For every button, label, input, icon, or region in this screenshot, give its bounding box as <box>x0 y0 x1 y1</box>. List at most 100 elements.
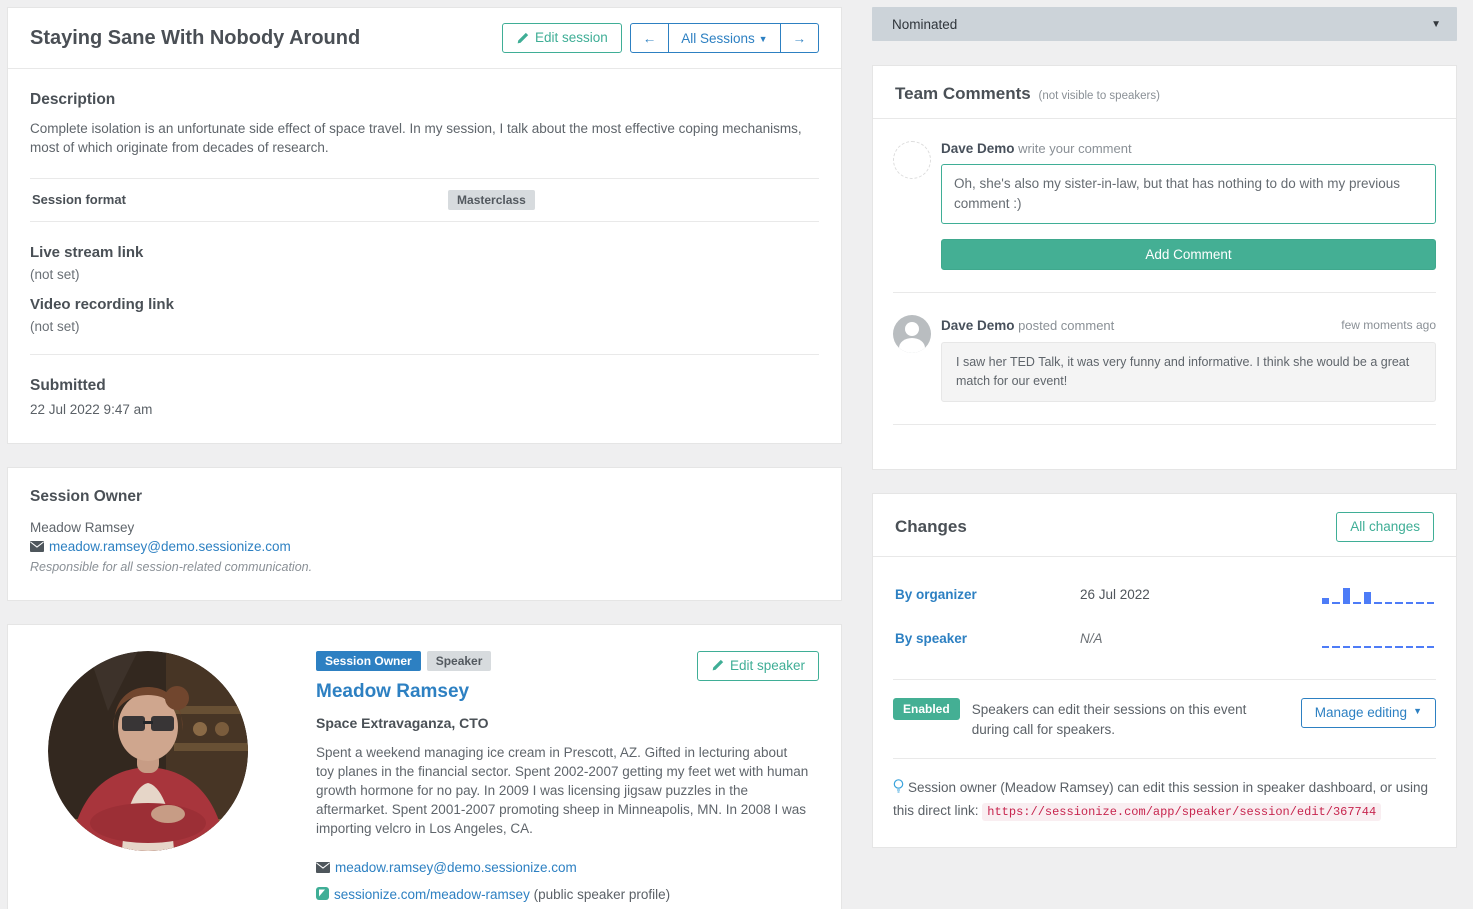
right-column: Nominated ▼ Team Comments (not visible t… <box>872 7 1457 909</box>
owner-email-link[interactable]: meadow.ramsey@demo.sessionize.com <box>49 539 291 554</box>
add-comment-button[interactable]: Add Comment <box>941 239 1436 270</box>
comment-form-label: Dave Demo write your comment <box>941 141 1436 156</box>
posted-comment-text: I saw her TED Talk, it was very funny an… <box>941 342 1436 402</box>
avatar <box>893 315 931 353</box>
divider <box>893 424 1436 425</box>
person-icon <box>893 315 931 353</box>
submitted-block: Submitted 22 Jul 2022 9:47 am <box>30 377 819 417</box>
video-recording-value: (not set) <box>30 319 819 334</box>
pencil-icon <box>516 32 529 45</box>
submitted-value: 22 Jul 2022 9:47 am <box>30 402 819 417</box>
speaker-activity-sparkline <box>1322 630 1434 648</box>
speaker-info: Session Owner Speaker Meadow Ramsey Spac… <box>316 651 819 909</box>
comment-author: Dave Demo <box>941 141 1015 156</box>
session-format-row: Session format Masterclass <box>30 178 819 222</box>
posted-comment-time: few moments ago <box>1341 318 1436 332</box>
session-nav-group: ← All Sessions ▼ → <box>630 23 819 53</box>
session-owner-card: Session Owner Meadow Ramsey meadow.ramse… <box>7 467 842 601</box>
changes-body: By organizer 26 Jul 2022 By speaker N/A … <box>873 557 1456 847</box>
editing-row: Enabled Speakers can edit their sessions… <box>893 698 1436 741</box>
all-sessions-dropdown[interactable]: All Sessions ▼ <box>669 23 780 53</box>
speaker-photo-image <box>48 651 248 851</box>
avatar <box>893 141 931 179</box>
direct-edit-link[interactable]: https://sessionize.com/app/speaker/sessi… <box>982 803 1381 821</box>
organizer-last-change-date: 26 Jul 2022 <box>1080 587 1322 602</box>
pencil-icon <box>711 659 724 672</box>
posted-comment-author: Dave Demo <box>941 318 1015 333</box>
arrow-right-icon: → <box>793 31 807 46</box>
team-comments-header: Team Comments (not visible to speakers) <box>873 66 1456 119</box>
chevron-down-icon: ▼ <box>1413 706 1422 717</box>
speaker-profile-row: sessionize.com/meadow-ramsey (public spe… <box>316 887 809 902</box>
changes-header: Changes All changes <box>873 494 1456 557</box>
manage-editing-dropdown[interactable]: Manage editing ▼ <box>1301 698 1436 728</box>
video-recording-label: Video recording link <box>30 296 819 313</box>
speaker-name[interactable]: Meadow Ramsey <box>316 681 809 703</box>
organizer-activity-sparkline <box>1322 586 1434 604</box>
session-owner-badge: Session Owner <box>316 651 421 671</box>
left-column: Staying Sane With Nobody Around Edit ses… <box>7 7 842 909</box>
divider <box>893 758 1436 759</box>
speaker-profile-link[interactable]: sessionize.com/meadow-ramsey <box>334 887 530 902</box>
owner-note: Responsible for all session-related comm… <box>30 560 819 574</box>
session-card: Staying Sane With Nobody Around Edit ses… <box>7 7 842 444</box>
live-stream-block: Live stream link (not set) <box>30 244 819 282</box>
editing-text: Speakers can edit their sessions on this… <box>972 700 1287 741</box>
team-comments-body: Dave Demo write your comment Oh, she's a… <box>873 119 1456 469</box>
speaker-tagline: Space Extravaganza, CTO <box>316 715 809 731</box>
comment-input[interactable]: Oh, she's also my sister-in-law, but tha… <box>941 164 1436 224</box>
team-comments-note: (not visible to speakers) <box>1038 90 1159 102</box>
page-title: Staying Sane With Nobody Around <box>30 27 360 50</box>
sessionize-logo-icon <box>316 887 329 900</box>
speaker-photo <box>48 651 248 851</box>
enabled-badge: Enabled <box>893 698 960 720</box>
live-stream-value: (not set) <box>30 267 819 282</box>
video-recording-block: Video recording link (not set) <box>30 296 819 334</box>
direct-link-tip: Session owner (Meadow Ramsey) can edit t… <box>893 777 1436 823</box>
page-root: Staying Sane With Nobody Around Edit ses… <box>0 0 1473 909</box>
changes-title: Changes <box>895 517 967 537</box>
speaker-card: Session Owner Speaker Meadow Ramsey Spac… <box>7 624 842 909</box>
lightbulb-icon <box>893 779 904 794</box>
envelope-icon <box>316 862 330 873</box>
all-changes-button[interactable]: All changes <box>1336 512 1434 542</box>
edit-session-button[interactable]: Edit session <box>502 23 622 53</box>
session-format-badge: Masterclass <box>448 190 535 210</box>
arrow-left-icon: ← <box>643 31 657 46</box>
posted-comment-head: few moments ago Dave Demo posted comment <box>941 315 1436 333</box>
team-comments-title: Team Comments <box>895 84 1031 103</box>
speaker-last-change-date: N/A <box>1080 631 1322 646</box>
divider <box>893 679 1436 680</box>
posted-comment: few moments ago Dave Demo posted comment… <box>893 315 1436 402</box>
prev-session-button[interactable]: ← <box>630 23 670 53</box>
session-header-actions: Edit session ← All Sessions ▼ → <box>502 23 819 53</box>
changes-card: Changes All changes By organizer 26 Jul … <box>872 493 1457 849</box>
live-stream-label: Live stream link <box>30 244 819 261</box>
by-organizer-link[interactable]: By organizer <box>895 587 1080 602</box>
description-heading: Description <box>30 91 819 109</box>
chevron-down-icon: ▼ <box>759 34 768 44</box>
submitted-label: Submitted <box>30 377 819 395</box>
session-card-header: Staying Sane With Nobody Around Edit ses… <box>8 8 841 69</box>
owner-email-row: meadow.ramsey@demo.sessionize.com <box>30 539 819 554</box>
session-format-label: Session format <box>32 192 448 207</box>
speaker-email-link[interactable]: meadow.ramsey@demo.sessionize.com <box>335 860 577 875</box>
changes-row-organizer: By organizer 26 Jul 2022 <box>893 573 1436 617</box>
edit-speaker-label: Edit speaker <box>730 658 805 674</box>
divider <box>893 292 1436 293</box>
speaker-bio: Spent a weekend managing ice cream in Pr… <box>316 743 809 839</box>
speaker-badge: Speaker <box>427 651 492 671</box>
speaker-profile-suffix: (public speaker profile) <box>530 887 670 902</box>
chevron-down-icon: ▼ <box>1431 19 1441 30</box>
edit-session-label: Edit session <box>535 30 608 46</box>
status-select-value: Nominated <box>892 17 957 32</box>
by-speaker-link[interactable]: By speaker <box>895 631 1080 646</box>
status-select[interactable]: Nominated ▼ <box>872 7 1457 41</box>
comment-form: Dave Demo write your comment Oh, she's a… <box>893 141 1436 270</box>
next-session-button[interactable]: → <box>781 23 820 53</box>
edit-speaker-button[interactable]: Edit speaker <box>697 651 819 681</box>
session-card-body: Description Complete isolation is an unf… <box>8 69 841 442</box>
divider <box>30 354 819 355</box>
envelope-icon <box>30 541 44 552</box>
session-owner-heading: Session Owner <box>30 488 819 506</box>
